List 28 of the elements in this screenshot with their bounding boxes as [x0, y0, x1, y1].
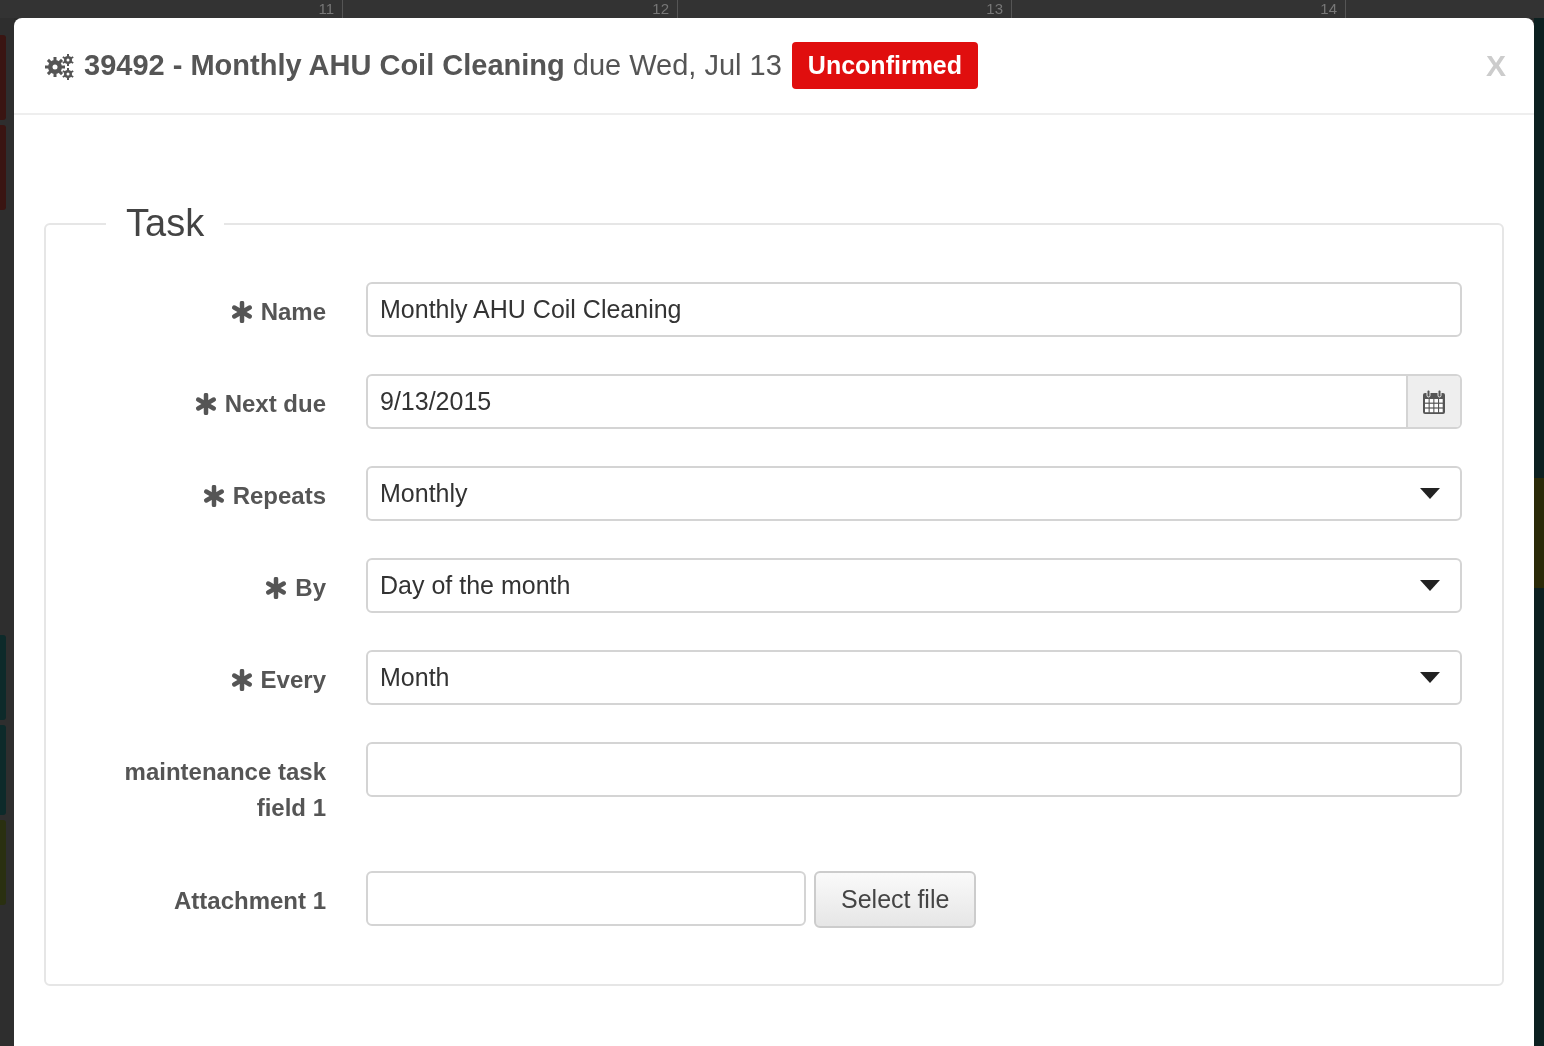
select-file-button[interactable]: Select file [814, 871, 977, 928]
text-field[interactable]: Monthly AHU Coil Cleaning [366, 282, 1462, 337]
field-label: Attachment 1 [173, 886, 326, 916]
day-number: 14 [1320, 0, 1337, 18]
gears-icon [44, 51, 76, 80]
select-field[interactable]: Month [366, 650, 1462, 705]
field-label: Every [260, 665, 326, 695]
field-label: Next due [224, 389, 326, 419]
field-label: maintenance task field 1 [123, 757, 326, 823]
day-number: 13 [986, 0, 1003, 18]
text-field[interactable] [366, 742, 1462, 797]
select-field[interactable]: Monthly [366, 466, 1462, 521]
status-badge: Unconfirmed [791, 41, 979, 90]
caret-icon [1420, 488, 1440, 499]
caret-icon [1420, 672, 1440, 683]
field-label: Repeats [232, 481, 326, 511]
date-field[interactable]: 9/13/2015 [366, 374, 1462, 429]
field-label: By [295, 573, 326, 603]
field-label: Name [260, 297, 326, 327]
day-number: 12 [652, 0, 669, 18]
calendar-icon [1422, 388, 1446, 415]
modal-title: 39492 - Monthly AHU Coil Cleaning due Wed, Jul 13 [84, 47, 782, 83]
calendar-button[interactable] [1406, 376, 1460, 427]
day-number: 11 [318, 0, 334, 18]
file-name-field[interactable] [366, 871, 806, 926]
caret-icon [1420, 580, 1440, 591]
select-field[interactable]: Day of the month [366, 558, 1462, 613]
fieldset-legend: Task [106, 195, 225, 252]
